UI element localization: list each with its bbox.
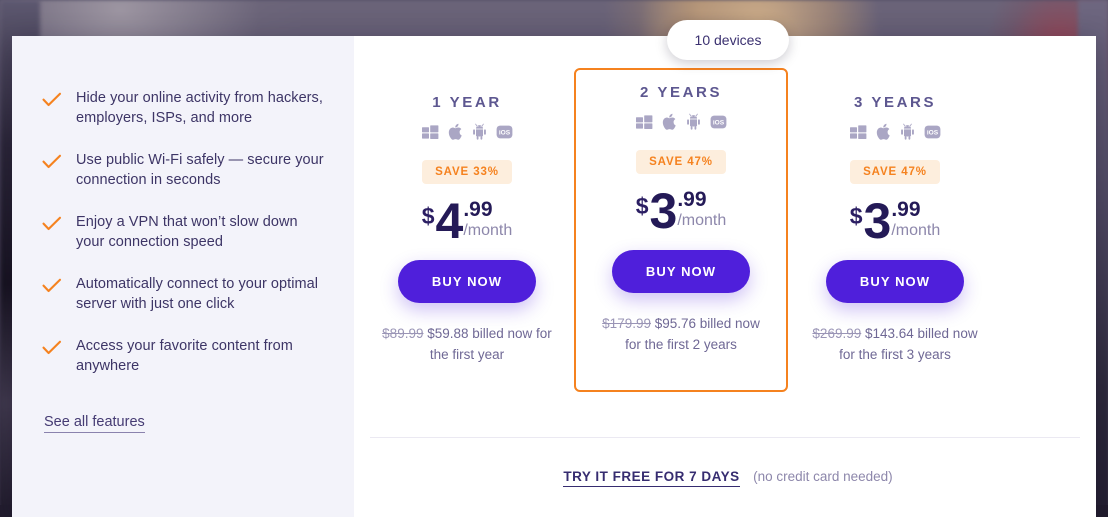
ios-icon: iOS (710, 114, 727, 130)
old-price: $89.99 (382, 326, 424, 341)
feature-item-label: Use public Wi-Fi safely — secure your co… (76, 152, 324, 188)
plan-card[interactable]: 2 YEARS iOS SAVE 47% $3.99/month BUY NOW $179… (574, 68, 788, 392)
apple-icon (448, 123, 463, 140)
devices-pill[interactable]: 10 devices (667, 20, 789, 60)
price-currency: $ (849, 203, 863, 229)
old-price: $269.99 (812, 326, 862, 341)
feature-item: Automatically connect to your optimal se… (42, 274, 328, 314)
price-amount: 3 (649, 183, 678, 239)
trial-section: TRY IT FREE FOR 7 DAYS (no credit card n… (354, 468, 1096, 487)
svg-text:iOS: iOS (926, 129, 938, 136)
apple-icon (662, 113, 677, 130)
feature-item: Hide your online activity from hackers, … (42, 88, 328, 128)
price-cents: .99 (677, 188, 707, 211)
feature-list: Hide your online activity from hackers, … (42, 88, 328, 376)
platform-icons: iOS (796, 123, 994, 140)
billed-note: $179.99 $95.76 billed now for the first … (582, 313, 780, 355)
save-badge: SAVE 47% (850, 160, 940, 184)
plan-card[interactable]: 3 YEARS iOS SAVE 47% $3.99/month BUY NOW $269… (788, 74, 1002, 392)
ios-icon: iOS (496, 124, 513, 140)
feature-item-label: Hide your online activity from hackers, … (76, 90, 323, 126)
plan-list: 1 YEAR iOS SAVE 33% $4.99/month BUY NOW $89.9… (354, 36, 1096, 392)
price-suffix: .99/month (463, 198, 512, 239)
check-icon (42, 340, 64, 360)
check-icon (42, 216, 64, 236)
windows-icon (849, 124, 867, 140)
billed-text: $59.88 billed now for the first year (423, 326, 552, 362)
price-cents: .99 (891, 198, 921, 221)
price-cents: .99 (463, 198, 493, 221)
try-free-link[interactable]: TRY IT FREE FOR 7 DAYS (563, 469, 740, 487)
platform-icons: iOS (582, 113, 780, 130)
price-amount: 3 (863, 193, 892, 249)
price-period: /month (463, 222, 513, 239)
price-currency: $ (635, 193, 649, 219)
check-icon (42, 278, 64, 298)
platform-icons: iOS (368, 123, 566, 140)
check-icon (42, 92, 64, 112)
feature-item-label: Access your favorite content from anywhe… (76, 338, 293, 374)
check-icon (42, 154, 64, 174)
svg-text:iOS: iOS (498, 129, 510, 136)
price-currency: $ (421, 203, 435, 229)
billed-note: $269.99 $143.64 billed now for the first… (796, 323, 994, 365)
buy-now-button[interactable]: BUY NOW (825, 260, 965, 303)
buy-now-button[interactable]: BUY NOW (611, 250, 751, 293)
plan-title: 1 YEAR (432, 94, 502, 111)
price-line: $4.99/month (368, 193, 566, 249)
android-icon (900, 123, 915, 140)
plan-card[interactable]: 1 YEAR iOS SAVE 33% $4.99/month BUY NOW $89.9… (360, 74, 574, 392)
price-period: /month (891, 222, 941, 239)
android-icon (472, 123, 487, 140)
feature-item: Access your favorite content from anywhe… (42, 336, 328, 376)
feature-item-label: Automatically connect to your optimal se… (76, 276, 319, 312)
billed-note: $89.99 $59.88 billed now for the first y… (368, 323, 566, 365)
devices-pill-label: 10 devices (694, 32, 762, 48)
pricing-panel: Hide your online activity from hackers, … (12, 36, 1096, 517)
features-column: Hide your online activity from hackers, … (12, 36, 354, 517)
price-suffix: .99/month (677, 188, 726, 229)
android-icon (686, 113, 701, 130)
trial-note: (no credit card needed) (753, 469, 893, 484)
section-divider (370, 437, 1080, 438)
price-amount: 4 (435, 193, 464, 249)
apple-icon (876, 123, 891, 140)
save-badge: SAVE 33% (422, 160, 512, 184)
feature-item-label: Enjoy a VPN that won’t slow down your co… (76, 214, 298, 250)
feature-item: Enjoy a VPN that won’t slow down your co… (42, 212, 328, 252)
svg-text:iOS: iOS (712, 119, 724, 126)
plan-title: 3 YEARS (853, 94, 937, 111)
save-badge: SAVE 47% (636, 150, 726, 174)
pricing-page: 10 devices Hide your online activity fro… (0, 0, 1108, 517)
feature-item: Use public Wi-Fi safely — secure your co… (42, 150, 328, 190)
pricing-column: 1 YEAR iOS SAVE 33% $4.99/month BUY NOW $89.9… (354, 36, 1096, 517)
old-price: $179.99 (602, 316, 651, 331)
price-period: /month (677, 212, 727, 229)
windows-icon (635, 114, 653, 130)
windows-icon (421, 124, 439, 140)
plan-title: 2 YEARS (639, 84, 723, 101)
see-all-features-link[interactable]: See all features (44, 414, 145, 433)
buy-now-button[interactable]: BUY NOW (397, 260, 537, 303)
price-line: $3.99/month (796, 193, 994, 249)
price-line: $3.99/month (582, 183, 780, 239)
price-suffix: .99/month (891, 198, 940, 239)
ios-icon: iOS (924, 124, 941, 140)
